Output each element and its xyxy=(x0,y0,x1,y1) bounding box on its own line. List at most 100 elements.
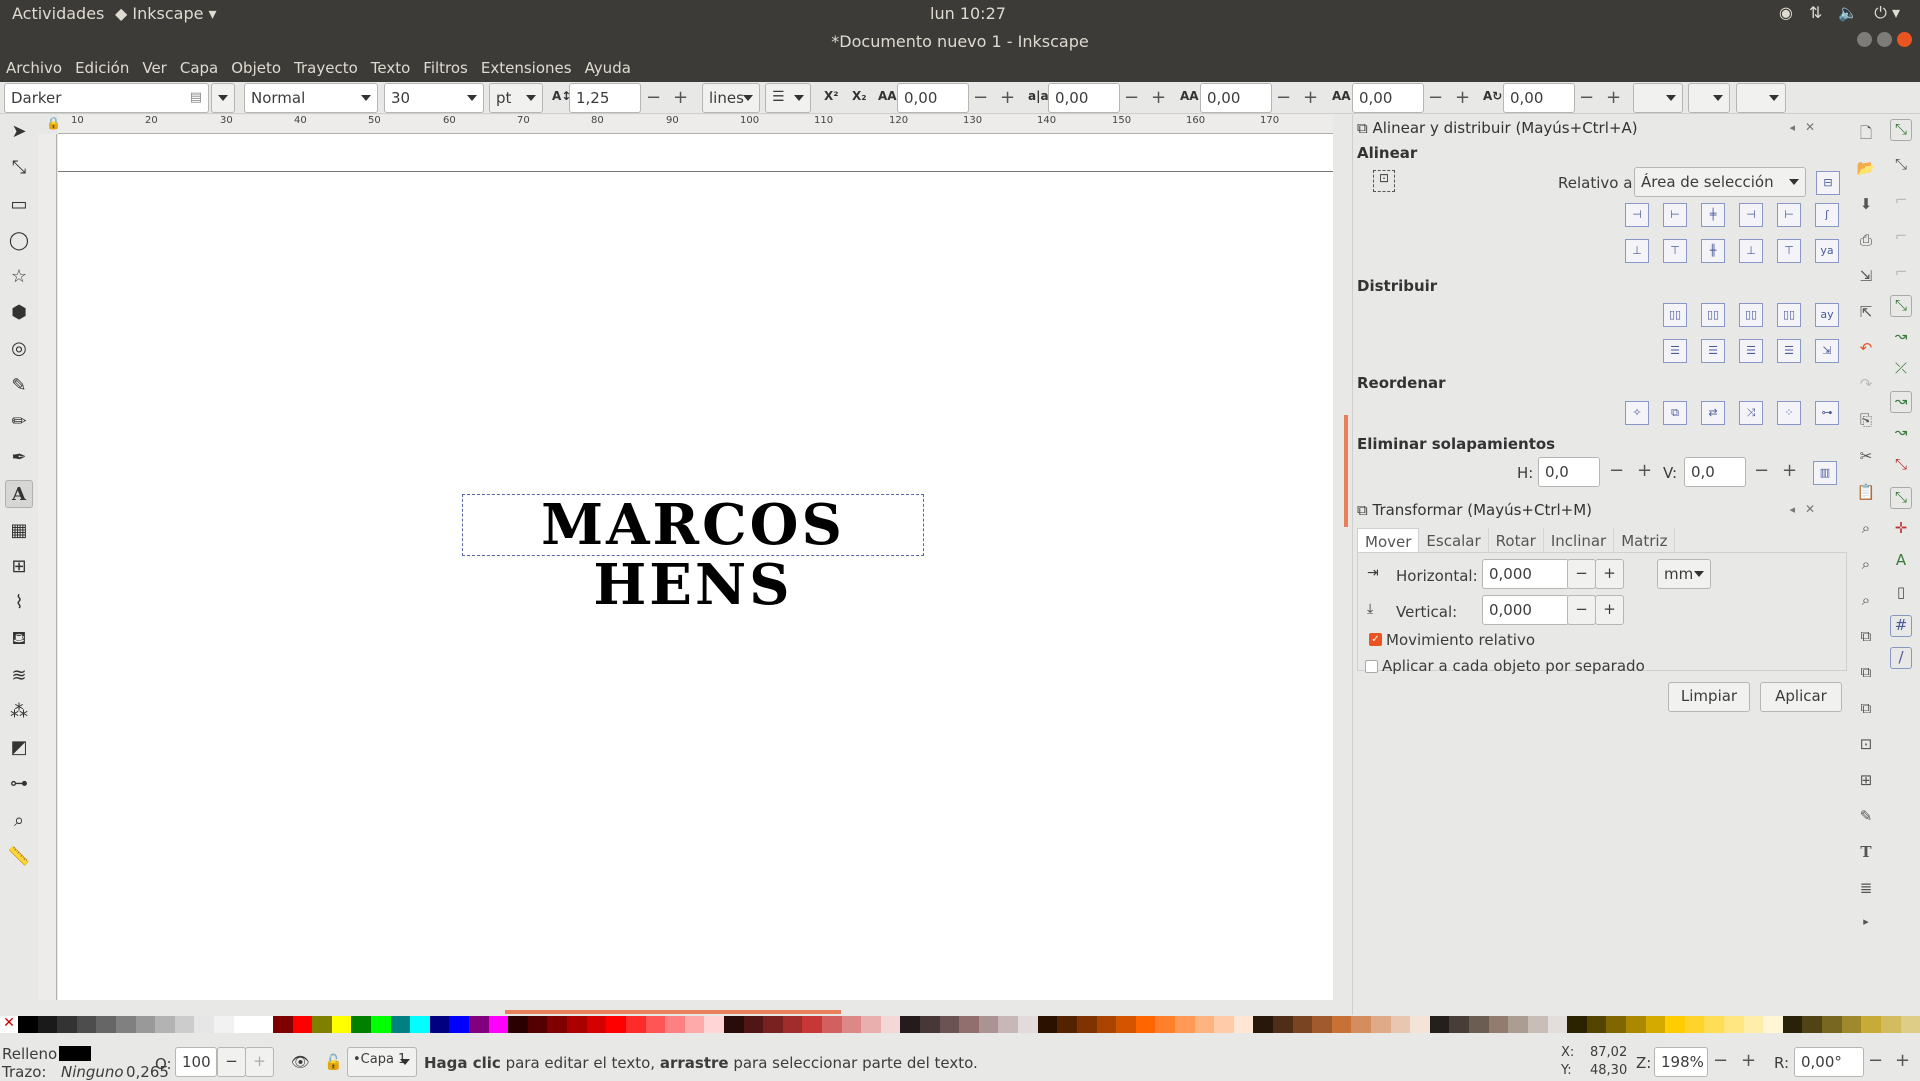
snap-text-baseline-icon[interactable]: A xyxy=(1890,551,1912,573)
fill-stroke-icon[interactable]: ✎ xyxy=(1855,807,1877,829)
snap-path-intersections-icon[interactable]: ⤫ xyxy=(1890,359,1912,381)
menu-ver[interactable]: Ver xyxy=(136,55,174,82)
color-swatch[interactable] xyxy=(959,1016,979,1033)
font-size-combo[interactable]: 30 xyxy=(384,83,484,113)
color-swatch[interactable] xyxy=(1744,1016,1764,1033)
color-swatch[interactable] xyxy=(783,1016,803,1033)
menu-extensiones[interactable]: Extensiones xyxy=(475,55,579,82)
duplicate-icon[interactable]: ⧉ xyxy=(1855,627,1877,649)
color-swatch[interactable] xyxy=(1136,1016,1156,1033)
horizontal-scrollbar[interactable] xyxy=(505,1010,841,1014)
color-swatch[interactable] xyxy=(998,1016,1018,1033)
open-icon[interactable]: 📂 xyxy=(1855,159,1877,181)
vertical-scrollbar[interactable] xyxy=(1344,415,1348,527)
font-family-dropdown[interactable] xyxy=(211,83,235,113)
snap-page-border-icon[interactable]: ▯ xyxy=(1890,583,1912,605)
color-swatch[interactable] xyxy=(234,1016,254,1033)
align-left-edges-icon[interactable]: ⊢ xyxy=(1663,203,1687,227)
color-swatch[interactable] xyxy=(1606,1016,1626,1033)
exchange-clockwise-icon[interactable]: ⇄ xyxy=(1701,401,1725,425)
exchange-positions-icon[interactable]: ✧ xyxy=(1625,401,1649,425)
treat-selection-as-group-icon[interactable]: ⊡ xyxy=(1373,170,1395,192)
align-bottom-to-top-icon[interactable]: ⊥ xyxy=(1625,239,1649,263)
snap-bbox-corners-icon[interactable]: ⌐ xyxy=(1890,227,1912,249)
color-swatch[interactable] xyxy=(38,1016,58,1033)
alignment-dropdown[interactable]: ☰ xyxy=(765,83,811,113)
color-swatch[interactable] xyxy=(1273,1016,1293,1033)
color-swatch[interactable] xyxy=(665,1016,685,1033)
color-swatch[interactable] xyxy=(1861,1016,1881,1033)
import-icon[interactable]: ⇲ xyxy=(1855,267,1877,289)
color-swatch[interactable] xyxy=(77,1016,97,1033)
color-swatch[interactable] xyxy=(1724,1016,1744,1033)
distribute-center-h-icon[interactable]: ▯▯ xyxy=(1701,303,1725,327)
snap-smooth-nodes-icon[interactable]: ↝ xyxy=(1890,423,1912,445)
char-rotation-input[interactable]: 0,00 xyxy=(1503,83,1575,113)
color-swatch[interactable] xyxy=(371,1016,391,1033)
char-rotation-decrement[interactable]: − xyxy=(1579,88,1594,108)
rotation-increment[interactable]: + xyxy=(1895,1051,1910,1071)
save-icon[interactable]: ⬇ xyxy=(1855,195,1877,217)
relative-move-checkbox[interactable]: ✓ xyxy=(1369,633,1382,646)
drawing-canvas[interactable]: MARCOS HENS xyxy=(58,134,1333,1000)
kerning-h-input[interactable]: 0,00 xyxy=(1200,83,1272,113)
color-swatch[interactable] xyxy=(175,1016,195,1033)
align-baseline-h-icon[interactable]: ʃ xyxy=(1815,203,1839,227)
system-tray[interactable]: ◉ ⇅ 🔈 ⏻ ▾ xyxy=(1779,3,1900,23)
font-unit-combo[interactable]: pt xyxy=(489,83,543,113)
tab-inclinar[interactable]: Inclinar xyxy=(1544,528,1614,552)
rotation-input[interactable]: 0,00° xyxy=(1794,1047,1864,1077)
menu-capa[interactable]: Capa xyxy=(174,55,225,82)
color-swatch[interactable] xyxy=(1665,1016,1685,1033)
spacing-mode-combo[interactable]: lines xyxy=(702,83,760,113)
word-spacing-input[interactable]: 0,00 xyxy=(1048,83,1120,113)
align-panel-header[interactable]: ⧉ Alinear y distribuir (Mayús+Ctrl+A) xyxy=(1357,119,1638,141)
zoom-drawing-icon[interactable]: ⌕ xyxy=(1855,555,1877,577)
fill-swatch[interactable] xyxy=(59,1046,91,1061)
paint-bucket-tool-icon[interactable]: ⛾ xyxy=(5,625,33,653)
align-top-to-bottom-icon[interactable]: ⊤ xyxy=(1777,239,1801,263)
snap-paths-icon[interactable]: ↝ xyxy=(1890,327,1912,349)
calligraphy-tool-icon[interactable]: ✒ xyxy=(5,444,33,472)
snap-nodes-icon[interactable]: ⤡ xyxy=(1890,295,1912,317)
overlap-v-decrement[interactable]: − xyxy=(1754,461,1769,481)
color-swatch[interactable] xyxy=(508,1016,528,1033)
color-swatch[interactable] xyxy=(646,1016,666,1033)
color-swatch[interactable] xyxy=(1449,1016,1469,1033)
stroke-value[interactable]: Ninguno xyxy=(61,1063,124,1081)
box3d-tool-icon[interactable]: ⬢ xyxy=(5,299,33,327)
color-swatch[interactable] xyxy=(116,1016,136,1033)
new-document-icon[interactable]: 🗋 xyxy=(1855,123,1877,145)
eraser-tool-icon[interactable]: ◩ xyxy=(5,734,33,762)
layers-icon[interactable]: ≣ xyxy=(1855,879,1877,901)
font-family-input[interactable]: Darker▤ xyxy=(4,83,209,113)
letter-spacing-input[interactable]: 0,00 xyxy=(897,83,969,113)
color-swatch[interactable] xyxy=(1214,1016,1234,1033)
color-swatch[interactable] xyxy=(293,1016,313,1033)
color-swatch[interactable] xyxy=(1489,1016,1509,1033)
apply-button[interactable]: Aplicar xyxy=(1760,682,1842,712)
color-swatch[interactable] xyxy=(1253,1016,1273,1033)
distribute-center-v-icon[interactable]: ☰ xyxy=(1701,339,1725,363)
align-panel-close-icon[interactable]: ✕ xyxy=(1805,120,1815,134)
cut-icon[interactable]: ✂ xyxy=(1855,447,1877,469)
menu-texto[interactable]: Texto xyxy=(365,55,418,82)
align-top-edges-icon[interactable]: ⊤ xyxy=(1663,239,1687,263)
writing-mode-dropdown[interactable] xyxy=(1633,83,1683,113)
tab-rotar[interactable]: Rotar xyxy=(1489,528,1544,552)
color-swatch[interactable] xyxy=(979,1016,999,1033)
color-swatch[interactable] xyxy=(96,1016,116,1033)
overlap-v-increment[interactable]: + xyxy=(1782,461,1797,481)
color-swatch[interactable] xyxy=(1528,1016,1548,1033)
zoom-page-icon[interactable]: ⌕ xyxy=(1855,591,1877,613)
pencil-tool-icon[interactable]: ✏ xyxy=(5,408,33,436)
color-swatch[interactable] xyxy=(822,1016,842,1033)
remove-overlaps-icon[interactable]: ▥ xyxy=(1813,461,1837,485)
color-swatch[interactable] xyxy=(1293,1016,1313,1033)
zoom-decrement[interactable]: − xyxy=(1713,1051,1728,1071)
color-swatch[interactable] xyxy=(1038,1016,1058,1033)
color-swatch[interactable] xyxy=(842,1016,862,1033)
distribute-left-icon[interactable]: ▯▯ xyxy=(1663,303,1687,327)
color-swatch[interactable] xyxy=(1881,1016,1901,1033)
color-swatch[interactable] xyxy=(273,1016,293,1033)
